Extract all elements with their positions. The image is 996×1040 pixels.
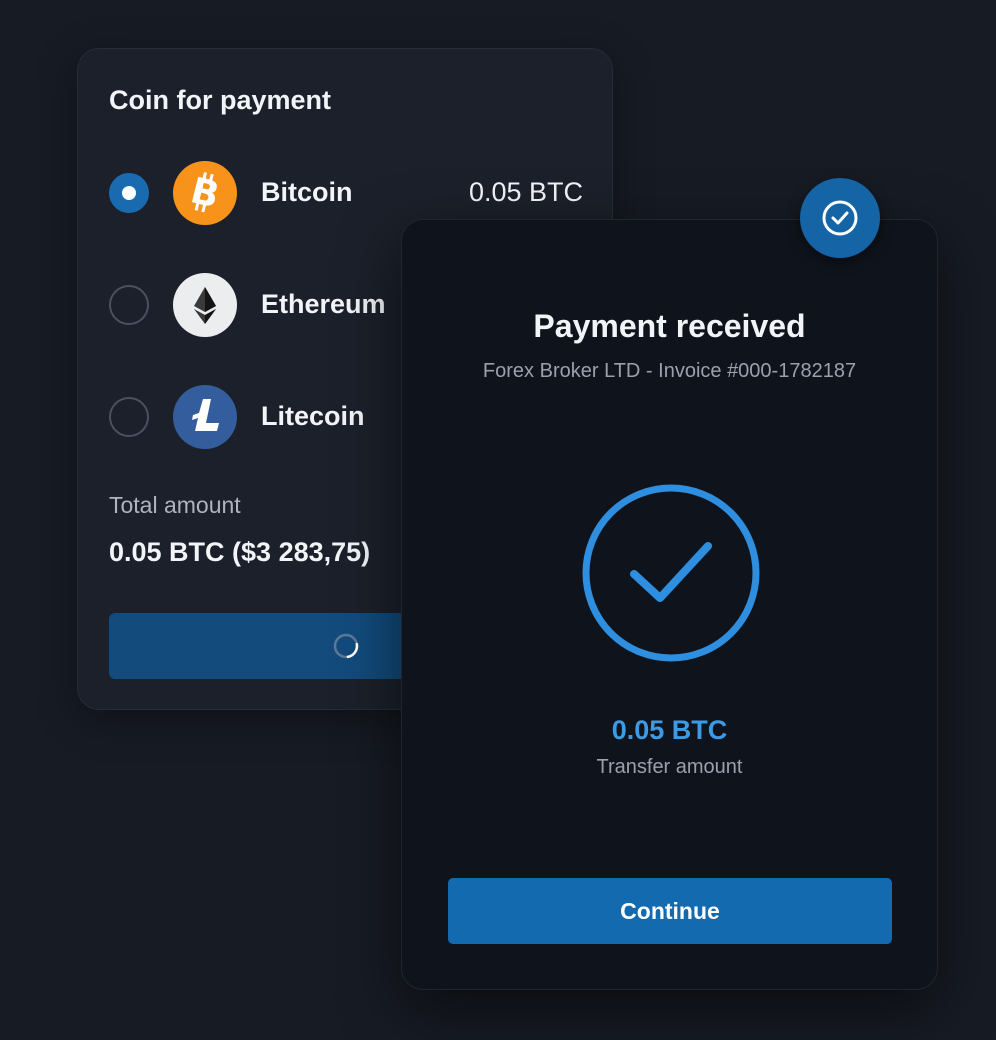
stage: Coin for payment B Bitcoin 0.05 BTC Ethe… xyxy=(0,0,996,1040)
spinner-icon xyxy=(333,633,359,659)
transfer-amount: 0.05 BTC xyxy=(611,715,728,745)
transfer-amount-label: Transfer amount xyxy=(596,756,743,778)
radio-litecoin[interactable] xyxy=(109,397,149,437)
coin-name: Litecoin xyxy=(261,401,365,431)
payment-received-title: Payment received xyxy=(533,308,806,344)
total-amount-value: 0.05 BTC ($3 283,75) xyxy=(109,537,371,567)
check-circle-icon xyxy=(822,200,858,236)
payment-received-card: Payment received Forex Broker LTD - Invo… xyxy=(401,219,938,990)
bitcoin-icon: B xyxy=(173,161,237,225)
radio-ethereum[interactable] xyxy=(109,285,149,325)
coin-card-title: Coin for payment xyxy=(109,85,332,115)
success-check-icon xyxy=(582,484,760,662)
invoice-subtitle: Forex Broker LTD - Invoice #000-1782187 xyxy=(482,360,857,382)
coin-name: Bitcoin xyxy=(261,177,353,207)
check-badge xyxy=(800,178,880,258)
continue-button[interactable]: Continue xyxy=(448,878,892,944)
litecoin-icon xyxy=(173,385,237,449)
total-amount-label: Total amount xyxy=(109,492,241,518)
coin-amount: 0.05 BTC xyxy=(468,177,583,207)
coin-option-bitcoin[interactable]: B Bitcoin 0.05 BTC xyxy=(109,161,589,225)
coin-name: Ethereum xyxy=(261,289,386,319)
radio-bitcoin[interactable] xyxy=(109,173,149,213)
ethereum-icon xyxy=(173,273,237,337)
